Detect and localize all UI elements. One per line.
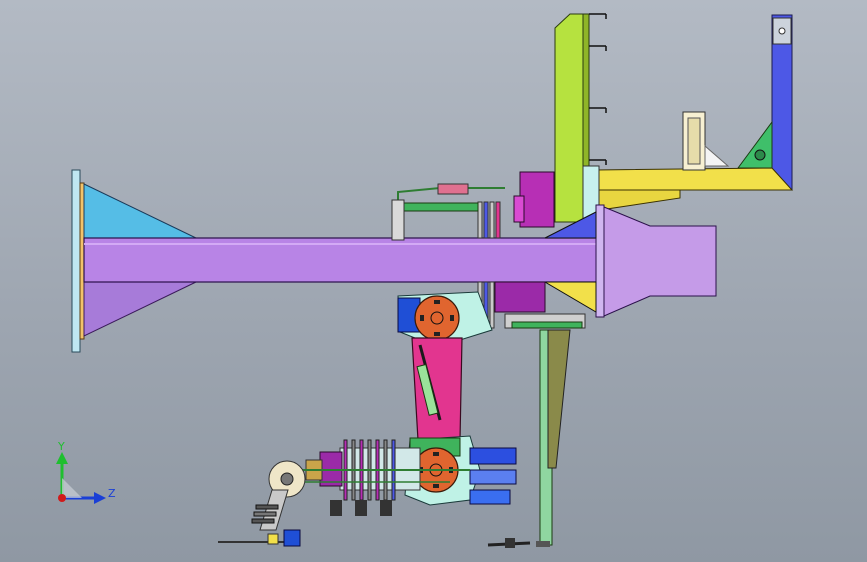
- y-axis-arrow: [56, 452, 68, 464]
- arm-body[interactable]: [411, 337, 463, 441]
- green-bar: [397, 202, 479, 212]
- pink-arm[interactable]: [411, 337, 463, 441]
- beam-end-plate: [595, 204, 605, 318]
- yellow-arm: [595, 167, 794, 191]
- triad-plane: [62, 478, 82, 498]
- tool-tip-blue: [283, 529, 301, 547]
- lower-joint-assembly[interactable]: [300, 435, 517, 516]
- y-axis-label: Y: [57, 440, 65, 453]
- mast-plate: [554, 13, 584, 223]
- mast-teeth: [589, 13, 607, 165]
- cone-upper: [83, 183, 197, 239]
- spindle-base-clamps: [330, 500, 392, 516]
- blue-cylinder-1: [469, 447, 517, 465]
- cad-viewport[interactable]: Y Z: [0, 0, 867, 562]
- end-funnel[interactable]: [603, 206, 717, 317]
- cad-model-view[interactable]: [0, 0, 867, 562]
- tool-tip-yellow: [267, 533, 279, 545]
- leg-foot: [536, 541, 550, 547]
- motor-cap: [513, 195, 525, 223]
- bracket-fin: [704, 144, 730, 167]
- coordinate-triad: Y Z: [56, 440, 116, 504]
- bracket-slot: [687, 117, 701, 165]
- cone-lower: [83, 281, 197, 337]
- blue-cylinder-2: [469, 469, 517, 485]
- blue-cylinder-3: [469, 489, 511, 505]
- x-axis-dot: [58, 494, 66, 502]
- green-gusset: [737, 120, 773, 169]
- z-axis-label: Z: [108, 487, 116, 500]
- magenta-housing: [494, 281, 546, 313]
- tool-link: [259, 489, 289, 531]
- lower-support[interactable]: [504, 313, 586, 547]
- yellow-corner: [543, 281, 597, 313]
- valve-block: [437, 183, 469, 195]
- flange-plate: [71, 169, 81, 353]
- upper-joint[interactable]: [397, 291, 493, 341]
- column-hole: [778, 27, 786, 35]
- magenta-motor: [519, 171, 555, 228]
- support-stub: [391, 199, 405, 241]
- joint-hub: [430, 311, 444, 325]
- upper-frame-assembly[interactable]: [554, 13, 794, 225]
- z-axis-arrow: [94, 492, 106, 504]
- support-blade: [547, 329, 571, 469]
- gusset-hole: [754, 149, 766, 161]
- probe-grip: [505, 538, 515, 548]
- tool-disc-hub: [280, 472, 294, 486]
- support-green-bar: [511, 321, 583, 329]
- tool-rings: [251, 504, 279, 524]
- yellow-wedge: [595, 189, 681, 211]
